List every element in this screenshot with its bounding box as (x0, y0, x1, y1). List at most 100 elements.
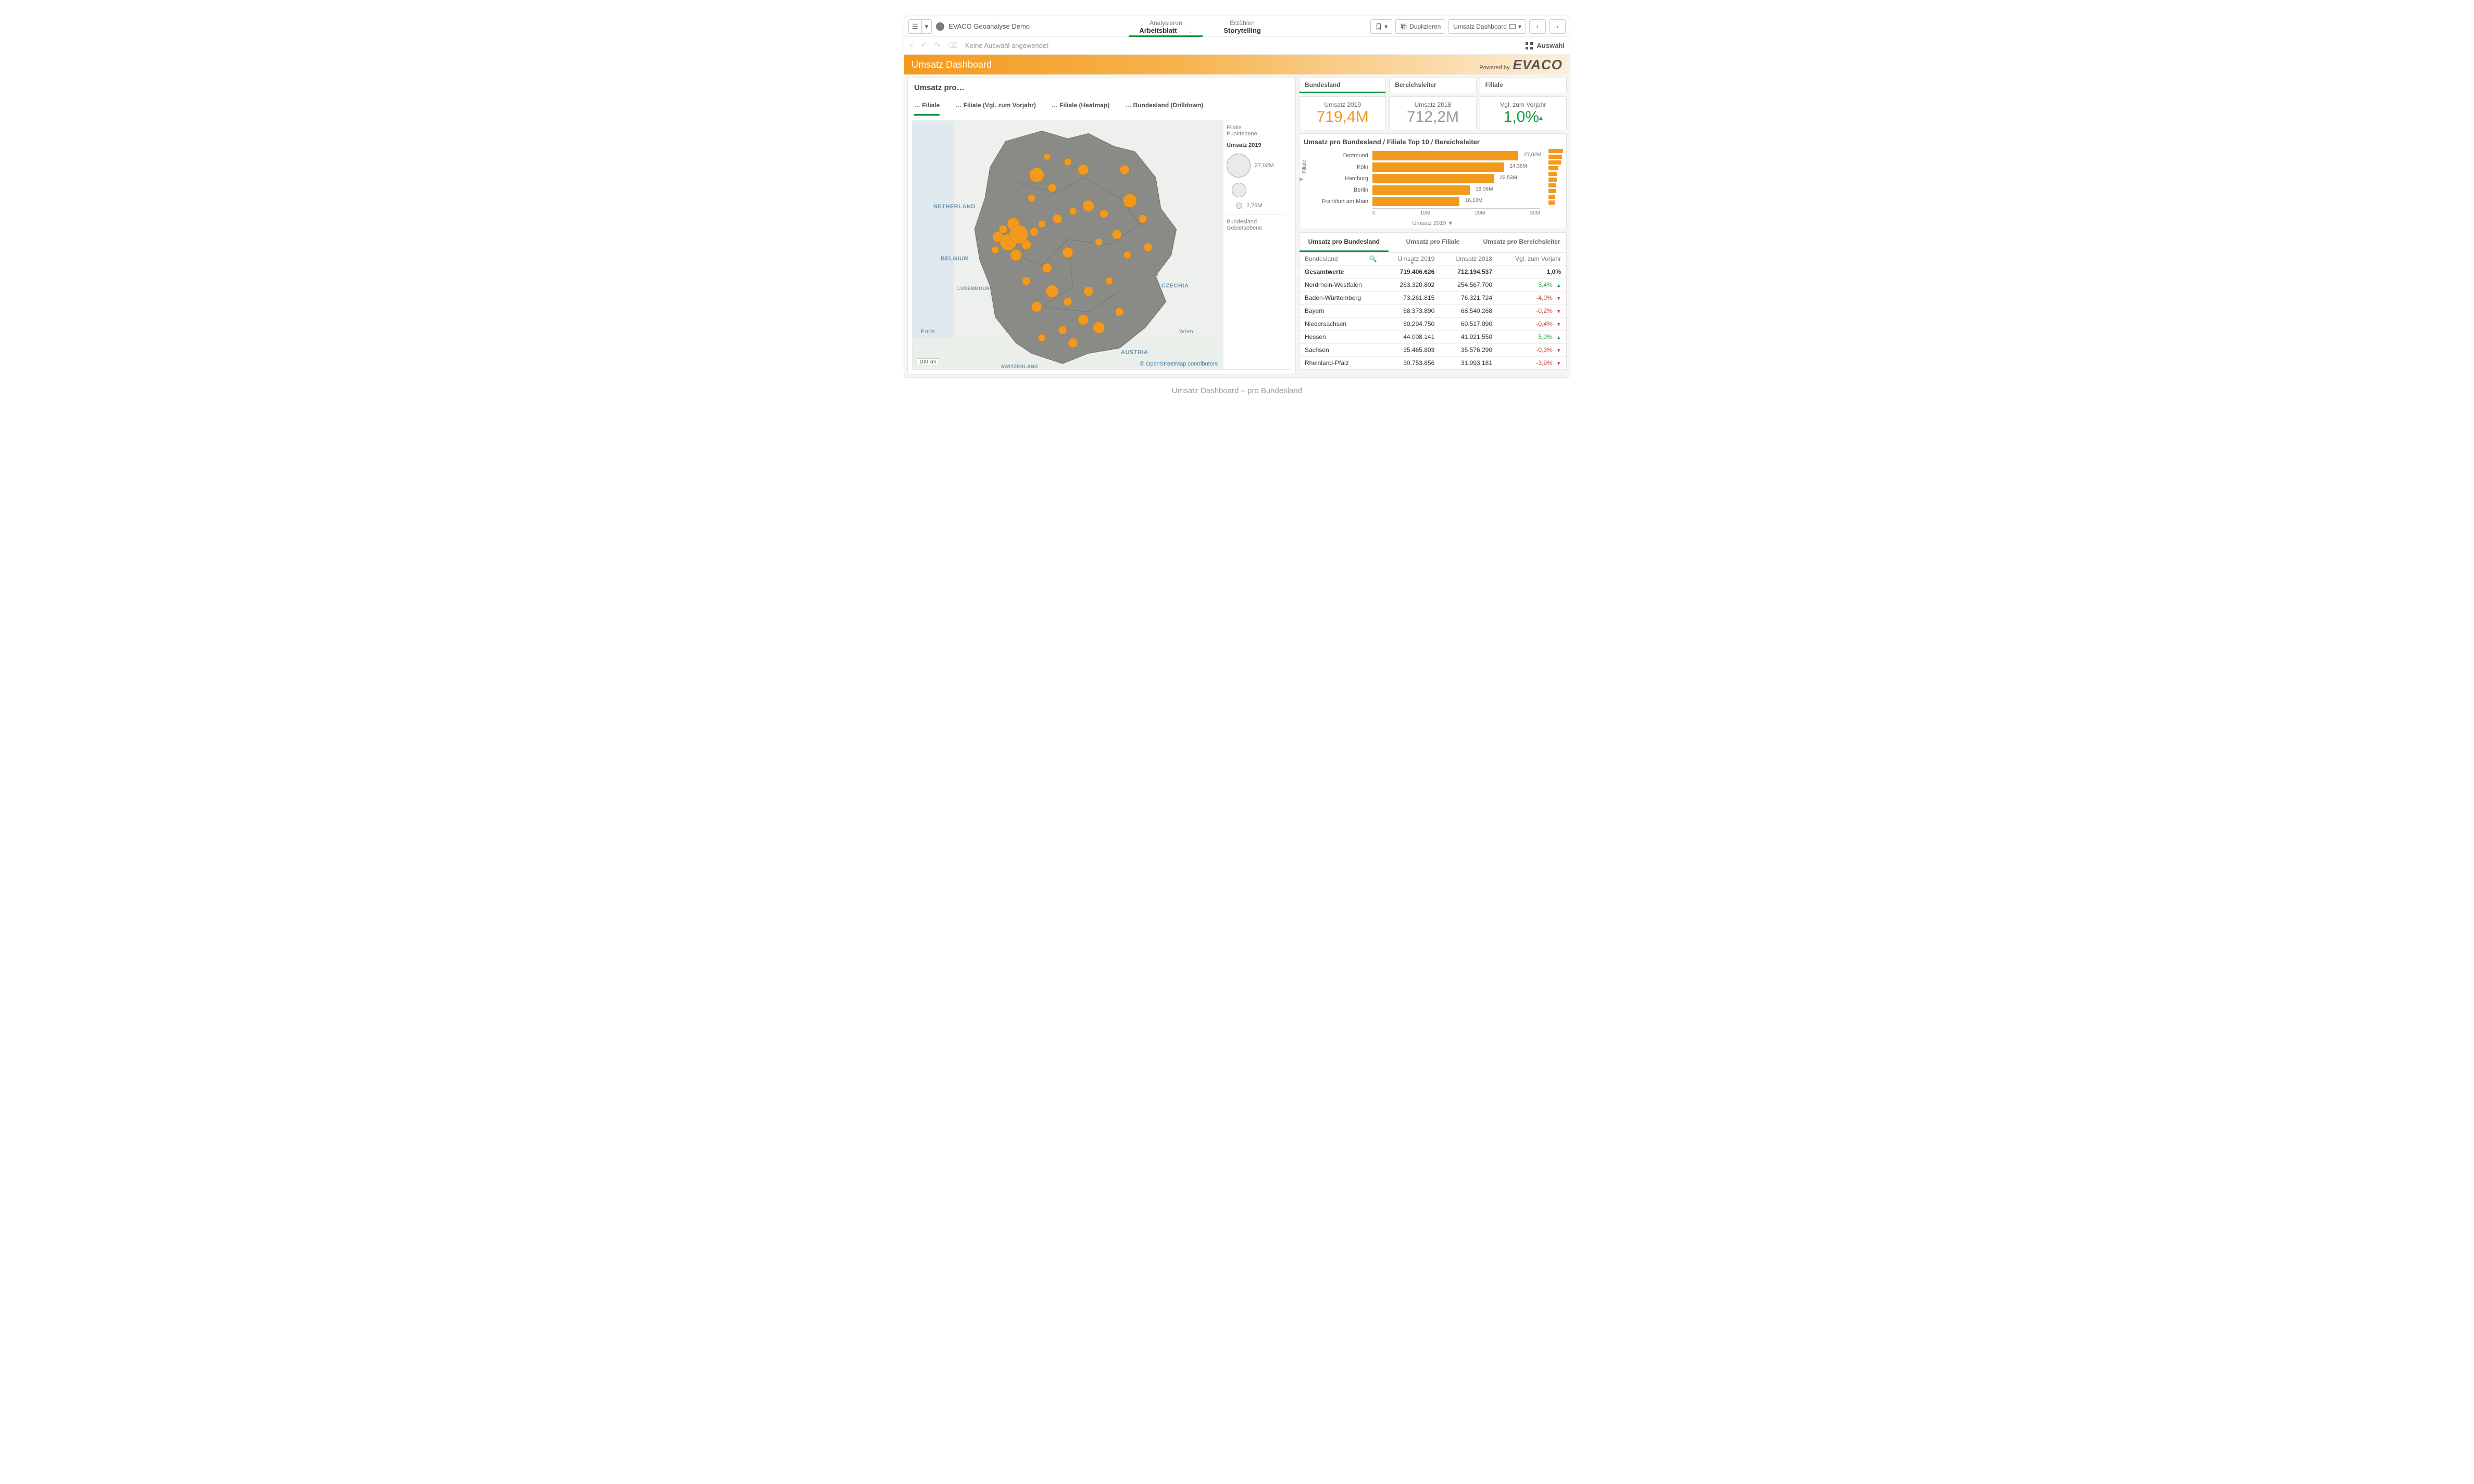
table-row[interactable]: Rheinland-Pfalz30.753.85631.993.181-3,9%… (1300, 357, 1566, 370)
totals-label: Gesamtwerte (1300, 266, 1382, 279)
step-forward-icon[interactable]: ↷ (934, 41, 941, 50)
menu-button[interactable]: ☰ ▾ (908, 19, 932, 34)
cell-name: Rheinland-Pfalz (1300, 357, 1382, 370)
bar[interactable]: 27,02M (1372, 151, 1518, 160)
map-scalebar: 100 km (917, 358, 939, 366)
arrow-down-icon: ▼ (1556, 348, 1561, 353)
table-row[interactable]: Sachsen35.465.80335.576.290-0,3% ▼ (1300, 344, 1566, 357)
map-container[interactable]: NETHERLAND BELGIUM LUXEMBOURG Paris Prah… (912, 120, 1291, 370)
expand-handle-icon[interactable]: ▶ (1300, 177, 1304, 182)
bookmark-icon (1375, 23, 1382, 30)
map-tab-drilldown[interactable]: … Bundesland (Drilldown) (1125, 97, 1203, 116)
table-tab-bereichsleiter[interactable]: Umsatz pro Bereichsleiter (1477, 233, 1566, 252)
col-u18[interactable]: Umsatz 2018 (1440, 253, 1497, 266)
bar-label: Köln (1310, 164, 1372, 170)
top-toolbar: ☰ ▾ ··· EVACO Geoanalyse Demo Analysiere… (904, 16, 1570, 37)
powered-by: Powered by EVACO (1479, 57, 1563, 73)
map-card-title: Umsatz pro… (908, 78, 1295, 94)
bar-chart-title: Umsatz pro Bundesland / Filiale Top 10 /… (1304, 138, 1562, 146)
map-tab-vgl[interactable]: … Filiale (Vgl. zum Vorjahr) (955, 97, 1035, 116)
dim-tab-bereichsleiter[interactable]: Bereichsleiter (1389, 78, 1476, 93)
clear-all-icon[interactable]: ⌫ (947, 41, 958, 50)
grid-icon (1526, 42, 1533, 49)
legend-metric: Umsatz 2019 (1227, 142, 1288, 148)
cell-u19: 35.465.803 (1382, 344, 1440, 357)
x-tick: 20M (1475, 210, 1485, 216)
cell-name: Baden-Württemberg (1300, 292, 1382, 305)
mode-label: Arbeitsblatt (1139, 27, 1177, 34)
arrow-up-icon: ▲ (1556, 283, 1561, 288)
legend-layer1-a: Filiale (1227, 124, 1288, 131)
data-table[interactable]: Bundesland 🔍 Umsatz 2019 ▾ Umsatz 2018 V… (1300, 253, 1566, 370)
cell-u19: 60.294.750 (1382, 318, 1440, 331)
dashboard-body: Umsatz pro… … Filiale … Filiale (Vgl. zu… (904, 74, 1570, 378)
bar-minimap[interactable] (1548, 149, 1563, 205)
bar-chart-card: Umsatz pro Bundesland / Filiale Top 10 /… (1299, 133, 1567, 229)
table-row[interactable]: Hessen44.008.14141.921.5505,0% ▲ (1300, 331, 1566, 344)
map-svg (913, 120, 1223, 369)
cell-u18: 35.576.290 (1440, 344, 1497, 357)
bookmark-button[interactable]: ▾ (1370, 19, 1392, 34)
chevron-down-icon: ▾ (1384, 23, 1388, 30)
table-row[interactable]: Nordrhein-Westfalen263.320.802254.567.70… (1300, 279, 1566, 292)
cell-u18: 31.993.181 (1440, 357, 1497, 370)
x-tick: 0 (1372, 210, 1376, 216)
bar[interactable]: 18,06M (1372, 185, 1470, 195)
col-bundesland[interactable]: Bundesland 🔍 (1300, 253, 1382, 266)
app-window: ☰ ▾ ··· EVACO Geoanalyse Demo Analysiere… (904, 16, 1570, 378)
table-row[interactable]: Baden-Württemberg73.261.81576.321.724-4,… (1300, 292, 1566, 305)
bar-label: Dortmund (1310, 153, 1372, 159)
table-tab-filiale[interactable]: Umsatz pro Filiale (1389, 233, 1478, 252)
map-card: Umsatz pro… … Filiale … Filiale (Vgl. zu… (907, 78, 1296, 374)
cell-u19: 44.008.141 (1382, 331, 1440, 344)
cell-u19: 30.753.856 (1382, 357, 1440, 370)
x-tick: 10M (1420, 210, 1430, 216)
mode-story[interactable]: Erzählen Storytelling (1223, 19, 1261, 36)
cell-name: Nordrhein-Westfalen (1300, 279, 1382, 292)
dim-tab-bundesland[interactable]: Bundesland (1299, 78, 1386, 93)
legend-max: 27,02M (1255, 162, 1274, 169)
x-axis-label[interactable]: Umsatz 2019 ▼ (1304, 220, 1562, 227)
totals-chg: 1,0% (1497, 266, 1566, 279)
legend-min: 2,79M (1246, 203, 1263, 209)
cell-change: 5,0% ▲ (1497, 331, 1566, 344)
kpi-umsatz-2019: Umsatz 2019 719,4M (1299, 96, 1386, 130)
cell-u19: 73.261.815 (1382, 292, 1440, 305)
col-change[interactable]: Vgl. zum Vorjahr (1497, 253, 1566, 266)
duplicate-button[interactable]: Duplizieren (1395, 19, 1445, 34)
kpi-label: Vgl. zum Vorjahr (1482, 101, 1564, 108)
cell-u18: 60.517.090 (1440, 318, 1497, 331)
search-icon[interactable]: 🔍 (1369, 255, 1377, 262)
sheet-nav-button[interactable]: Umsatz Dashboard ▾ (1448, 19, 1526, 34)
dim-tab-filiale[interactable]: Filiale (1480, 78, 1567, 93)
bar[interactable]: 16,12M (1372, 197, 1459, 206)
legend-layer2-a: Bundesland (1227, 219, 1288, 225)
mode-super: Erzählen (1223, 19, 1261, 27)
table-row[interactable]: Niedersachsen60.294.75060.517.090-0,4% ▼ (1300, 318, 1566, 331)
map-tab-filiale[interactable]: … Filiale (914, 97, 940, 116)
step-back-icon[interactable]: ↶ (921, 41, 927, 50)
bar[interactable]: 22,53M (1372, 174, 1494, 183)
next-sheet-button[interactable]: › (1549, 19, 1566, 34)
selection-bar: ⌖ ↶ ↷ ⌫ Keine Auswahl angewendet Auswahl (904, 37, 1570, 55)
evaco-logo: EVACO (1513, 57, 1563, 73)
arrow-down-icon: ▼ (1556, 296, 1561, 301)
bar-chart[interactable]: Filiale ▶ Dortmund27,02MKöln24,36MHambur… (1304, 149, 1562, 218)
right-tools: ▾ Duplizieren Umsatz Dashboard ▾ ‹ › (1370, 19, 1566, 34)
table-row[interactable]: Bayern68.373.89068.540.268-0,2% ▼ (1300, 305, 1566, 318)
hamburger-icon: ☰ (909, 20, 922, 33)
bar-label: Frankfurt am Main (1310, 198, 1372, 205)
map-tab-heatmap[interactable]: … Filiale (Heatmap) (1052, 97, 1109, 116)
bar[interactable]: 24,36M (1372, 162, 1504, 172)
arrow-down-icon: ▼ (1556, 322, 1561, 327)
table-tab-bundesland[interactable]: Umsatz pro Bundesland (1300, 233, 1389, 252)
smart-search-icon[interactable]: ⌖ (909, 41, 914, 50)
bar-value-label: 16,12M (1465, 198, 1482, 204)
bar-label: Berlin (1310, 187, 1372, 193)
selections-panel-button[interactable]: Auswahl (1518, 37, 1565, 54)
bar-value-label: 24,36M (1509, 164, 1527, 169)
prev-sheet-button[interactable]: ‹ (1529, 19, 1546, 34)
col-u19[interactable]: Umsatz 2019 ▾ (1382, 253, 1440, 266)
mode-super: Analysieren (1139, 19, 1192, 27)
mode-analyse[interactable]: Analysieren Arbeitsblatt ⌄ (1139, 19, 1192, 36)
